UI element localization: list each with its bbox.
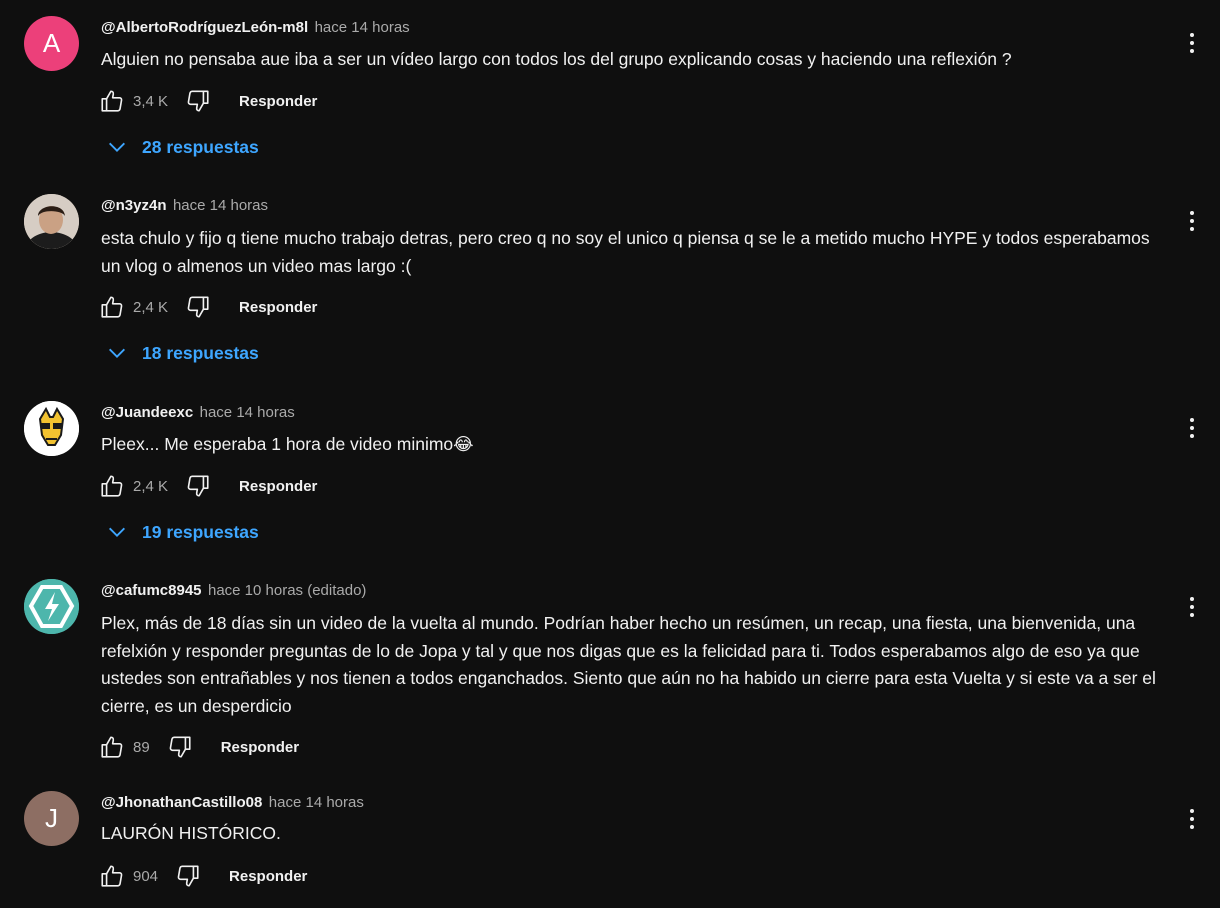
- avatar[interactable]: [24, 401, 79, 456]
- thumb-up-icon[interactable]: [99, 473, 125, 499]
- reply-button[interactable]: Responder: [239, 478, 317, 495]
- comment-actions: 2,4 K Responder: [99, 294, 317, 320]
- more-vert-icon[interactable]: [1182, 208, 1202, 234]
- avatar[interactable]: [24, 579, 79, 634]
- reply-button[interactable]: Responder: [221, 739, 299, 756]
- thumb-down-icon[interactable]: [185, 88, 211, 114]
- replies-toggle[interactable]: 18 respuestas: [106, 342, 259, 364]
- like-count: 3,4 K: [133, 92, 169, 110]
- lightning-logo-icon: [24, 579, 79, 634]
- reply-button[interactable]: Responder: [239, 93, 317, 110]
- author-name[interactable]: @JhonathanCastillo08: [101, 794, 262, 811]
- comment-text: Pleex... Me esperaba 1 hora de video min…: [101, 434, 474, 454]
- comment-time[interactable]: hace 14 horas: [173, 197, 268, 214]
- thumb-down-icon[interactable]: [175, 863, 201, 889]
- chevron-down-icon: [106, 136, 128, 158]
- reply-button[interactable]: Responder: [229, 868, 307, 885]
- more-vert-icon[interactable]: [1182, 415, 1202, 441]
- like-count: 2,4 K: [133, 477, 169, 495]
- replies-count: 28 respuestas: [142, 136, 259, 157]
- like-count: 904: [133, 867, 159, 885]
- thumb-down-icon[interactable]: [185, 294, 211, 320]
- comment-header: @cafumc8945 hace 10 horas (editado): [101, 581, 366, 601]
- comment-header: @Juandeexc hace 14 horas: [101, 403, 295, 423]
- author-name[interactable]: @Juandeexc: [101, 404, 193, 421]
- comment-actions: 89 Responder: [99, 734, 299, 760]
- avatar-letter: J: [45, 803, 58, 833]
- avatar-letter: A: [42, 28, 61, 58]
- more-vert-icon[interactable]: [1182, 594, 1202, 620]
- comment-time[interactable]: hace 14 horas: [315, 19, 410, 36]
- comment-text: Plex, más de 18 días sin un video de la …: [101, 613, 1156, 716]
- avatar[interactable]: [24, 194, 79, 249]
- replies-count: 18 respuestas: [142, 342, 259, 363]
- comment-time[interactable]: hace 14 horas: [200, 404, 295, 421]
- comment-header: @JhonathanCastillo08 hace 14 horas: [101, 793, 364, 813]
- replies-toggle[interactable]: 19 respuestas: [106, 521, 259, 543]
- comment-time[interactable]: hace 14 horas: [269, 794, 364, 811]
- thumb-up-icon[interactable]: [99, 863, 125, 889]
- like-count: 2,4 K: [133, 298, 169, 316]
- comment-text: LAURÓN HISTÓRICO.: [101, 823, 281, 843]
- author-name[interactable]: @AlbertoRodríguezLeón-m8l: [101, 19, 308, 36]
- avatar[interactable]: A: [24, 16, 79, 71]
- more-vert-icon[interactable]: [1182, 806, 1202, 832]
- thumb-down-icon[interactable]: [185, 473, 211, 499]
- person-photo-icon: [24, 194, 79, 249]
- replies-count: 19 respuestas: [142, 521, 259, 542]
- author-name[interactable]: @cafumc8945: [101, 582, 202, 599]
- comment-actions: 3,4 K Responder: [99, 88, 317, 114]
- giraffe-logo-icon: [24, 401, 79, 456]
- reply-button[interactable]: Responder: [239, 299, 317, 316]
- thumb-up-icon[interactable]: [99, 734, 125, 760]
- chevron-down-icon: [106, 342, 128, 364]
- comment-actions: 904 Responder: [99, 863, 307, 889]
- thumb-up-icon[interactable]: [99, 294, 125, 320]
- comment-time[interactable]: hace 10 horas (editado): [208, 582, 366, 599]
- author-name[interactable]: @n3yz4n: [101, 197, 166, 214]
- comment-text: Alguien no pensaba aue iba a ser un víde…: [101, 49, 1012, 69]
- thumb-down-icon[interactable]: [167, 734, 193, 760]
- avatar[interactable]: J: [24, 791, 79, 846]
- more-vert-icon[interactable]: [1182, 30, 1202, 56]
- thumb-up-icon[interactable]: [99, 88, 125, 114]
- comment-header: @n3yz4n hace 14 horas: [101, 196, 268, 216]
- comment-actions: 2,4 K Responder: [99, 473, 317, 499]
- replies-toggle[interactable]: 28 respuestas: [106, 136, 259, 158]
- comment-text: esta chulo y fijo q tiene mucho trabajo …: [101, 228, 1150, 276]
- like-count: 89: [133, 738, 150, 756]
- comment-header: @AlbertoRodríguezLeón-m8l hace 14 horas: [101, 18, 410, 38]
- chevron-down-icon: [106, 521, 128, 543]
